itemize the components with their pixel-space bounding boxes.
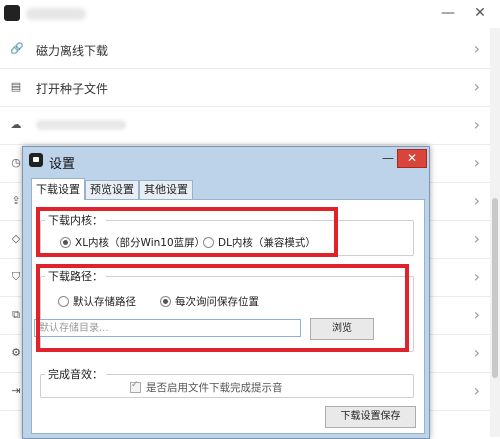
- chevron-right-icon: ›: [473, 77, 480, 96]
- menu-item-label: 磁力离线下载: [36, 44, 109, 58]
- gear-icon: ⚙: [11, 346, 21, 359]
- menu-item-magnet[interactable]: 🔗 磁力离线下载 ›: [0, 31, 490, 69]
- menu-item-label: 打开种子文件: [36, 82, 109, 96]
- chevron-right-icon: ›: [473, 305, 480, 324]
- minimize-button[interactable]: —: [438, 4, 458, 22]
- file-icon: ▤: [10, 80, 22, 93]
- diamond-icon: ◇: [11, 232, 21, 245]
- completion-sound-legend: 完成音效：: [48, 368, 103, 381]
- checkbox-label: 是否启用文件下载完成提示音: [146, 382, 283, 394]
- dialog-title: 设置: [49, 157, 76, 172]
- upload-icon: ⇪: [11, 194, 21, 207]
- highlight-box-download-core: [36, 207, 338, 257]
- cloud-icon: ☁: [10, 118, 22, 131]
- close-button[interactable]: ✕: [470, 4, 490, 22]
- network-icon: ⧉: [12, 308, 20, 321]
- menu-item-cloud[interactable]: ☁ ›: [0, 107, 490, 145]
- tab-bar: 下载设置 预览设置 其他设置: [31, 178, 423, 200]
- app-logo-icon: [4, 5, 20, 21]
- blurred-title: [26, 8, 86, 20]
- background-titlebar: — ✕: [0, 0, 500, 28]
- chevron-right-icon: ›: [473, 153, 480, 172]
- shield-icon: ⛉: [11, 270, 21, 283]
- menu-item-open-torrent[interactable]: ▤ 打开种子文件 ›: [0, 69, 490, 107]
- tab-other-settings[interactable]: 其他设置: [139, 180, 193, 199]
- scrollbar[interactable]: [490, 28, 500, 437]
- chevron-right-icon: ›: [473, 229, 480, 248]
- chevron-right-icon: ›: [473, 381, 480, 400]
- chevron-right-icon: ›: [473, 267, 480, 286]
- clock-icon: ◷: [11, 156, 21, 169]
- dialog-minimize-button[interactable]: —: [381, 151, 395, 167]
- dialog-titlebar[interactable]: 设置 — ✕: [23, 147, 429, 175]
- scrollbar-thumb[interactable]: [492, 198, 498, 378]
- chevron-right-icon: ›: [473, 39, 480, 58]
- app-logo-icon: [29, 153, 43, 167]
- exit-icon: ⇥: [11, 384, 21, 397]
- completion-sound-checkbox[interactable]: 是否启用文件下载完成提示音: [130, 380, 283, 395]
- chevron-right-icon: ›: [473, 343, 480, 362]
- dialog-close-button[interactable]: ✕: [397, 149, 427, 168]
- tab-preview-settings[interactable]: 预览设置: [85, 180, 139, 199]
- blurred-label: [36, 120, 126, 130]
- chevron-right-icon: ›: [473, 191, 480, 210]
- link-icon: 🔗: [10, 42, 24, 55]
- highlight-box-download-path: [36, 264, 409, 352]
- chevron-right-icon: ›: [473, 115, 480, 134]
- tab-download-settings[interactable]: 下载设置: [31, 178, 85, 200]
- save-settings-button[interactable]: 下载设置保存: [325, 406, 416, 428]
- checkbox-checked-icon: [130, 380, 141, 393]
